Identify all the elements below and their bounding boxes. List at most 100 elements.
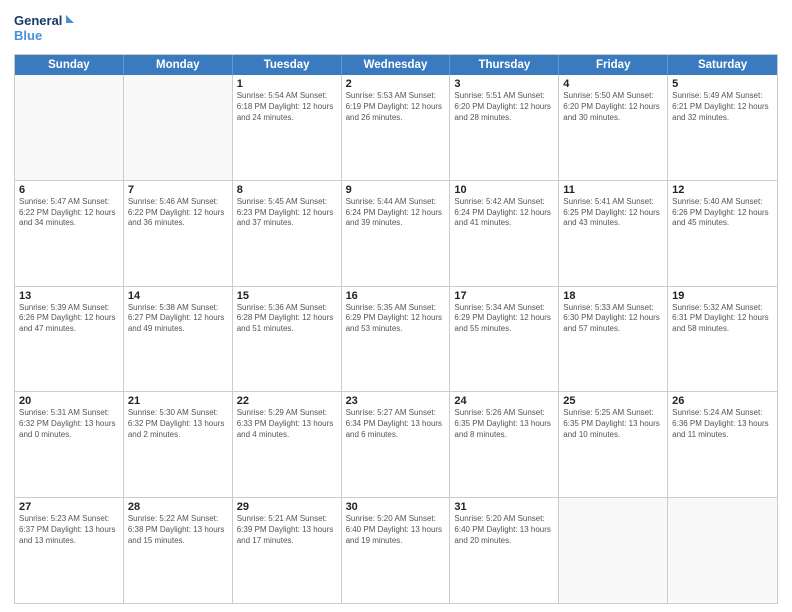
logo-svg: General Blue [14,10,74,50]
day-number: 29 [237,501,337,513]
calendar-cell: 26Sunrise: 5:24 AM Sunset: 6:36 PM Dayli… [668,392,777,497]
day-info: Sunrise: 5:51 AM Sunset: 6:20 PM Dayligh… [454,91,554,123]
calendar-cell: 2Sunrise: 5:53 AM Sunset: 6:19 PM Daylig… [342,75,451,180]
day-info: Sunrise: 5:41 AM Sunset: 6:25 PM Dayligh… [563,197,663,229]
day-info: Sunrise: 5:35 AM Sunset: 6:29 PM Dayligh… [346,303,446,335]
day-number: 10 [454,184,554,196]
day-info: Sunrise: 5:22 AM Sunset: 6:38 PM Dayligh… [128,514,228,546]
calendar-cell: 21Sunrise: 5:30 AM Sunset: 6:32 PM Dayli… [124,392,233,497]
day-number: 20 [19,395,119,407]
calendar-row: 13Sunrise: 5:39 AM Sunset: 6:26 PM Dayli… [15,287,777,393]
calendar-cell: 22Sunrise: 5:29 AM Sunset: 6:33 PM Dayli… [233,392,342,497]
calendar-cell: 18Sunrise: 5:33 AM Sunset: 6:30 PM Dayli… [559,287,668,392]
day-info: Sunrise: 5:46 AM Sunset: 6:22 PM Dayligh… [128,197,228,229]
day-number: 6 [19,184,119,196]
calendar-cell: 28Sunrise: 5:22 AM Sunset: 6:38 PM Dayli… [124,498,233,603]
svg-text:Blue: Blue [14,28,42,43]
day-number: 22 [237,395,337,407]
day-number: 13 [19,290,119,302]
calendar-cell: 19Sunrise: 5:32 AM Sunset: 6:31 PM Dayli… [668,287,777,392]
calendar-cell: 9Sunrise: 5:44 AM Sunset: 6:24 PM Daylig… [342,181,451,286]
day-info: Sunrise: 5:44 AM Sunset: 6:24 PM Dayligh… [346,197,446,229]
day-info: Sunrise: 5:38 AM Sunset: 6:27 PM Dayligh… [128,303,228,335]
calendar-cell: 4Sunrise: 5:50 AM Sunset: 6:20 PM Daylig… [559,75,668,180]
calendar-cell: 27Sunrise: 5:23 AM Sunset: 6:37 PM Dayli… [15,498,124,603]
logo: General Blue [14,10,74,50]
calendar-cell: 6Sunrise: 5:47 AM Sunset: 6:22 PM Daylig… [15,181,124,286]
day-number: 28 [128,501,228,513]
calendar-cell: 15Sunrise: 5:36 AM Sunset: 6:28 PM Dayli… [233,287,342,392]
day-info: Sunrise: 5:26 AM Sunset: 6:35 PM Dayligh… [454,408,554,440]
day-number: 17 [454,290,554,302]
day-info: Sunrise: 5:34 AM Sunset: 6:29 PM Dayligh… [454,303,554,335]
day-number: 9 [346,184,446,196]
calendar-cell: 20Sunrise: 5:31 AM Sunset: 6:32 PM Dayli… [15,392,124,497]
calendar-cell: 13Sunrise: 5:39 AM Sunset: 6:26 PM Dayli… [15,287,124,392]
calendar-cell: 23Sunrise: 5:27 AM Sunset: 6:34 PM Dayli… [342,392,451,497]
day-number: 8 [237,184,337,196]
day-number: 25 [563,395,663,407]
calendar-cell [15,75,124,180]
day-number: 19 [672,290,773,302]
day-info: Sunrise: 5:47 AM Sunset: 6:22 PM Dayligh… [19,197,119,229]
calendar-cell: 11Sunrise: 5:41 AM Sunset: 6:25 PM Dayli… [559,181,668,286]
day-number: 3 [454,78,554,90]
day-info: Sunrise: 5:49 AM Sunset: 6:21 PM Dayligh… [672,91,773,123]
header: General Blue [14,10,778,50]
day-info: Sunrise: 5:45 AM Sunset: 6:23 PM Dayligh… [237,197,337,229]
calendar-cell: 16Sunrise: 5:35 AM Sunset: 6:29 PM Dayli… [342,287,451,392]
calendar-cell: 17Sunrise: 5:34 AM Sunset: 6:29 PM Dayli… [450,287,559,392]
day-number: 7 [128,184,228,196]
day-number: 11 [563,184,663,196]
day-info: Sunrise: 5:25 AM Sunset: 6:35 PM Dayligh… [563,408,663,440]
day-number: 26 [672,395,773,407]
day-info: Sunrise: 5:21 AM Sunset: 6:39 PM Dayligh… [237,514,337,546]
day-number: 21 [128,395,228,407]
day-info: Sunrise: 5:31 AM Sunset: 6:32 PM Dayligh… [19,408,119,440]
day-number: 30 [346,501,446,513]
day-number: 23 [346,395,446,407]
day-info: Sunrise: 5:32 AM Sunset: 6:31 PM Dayligh… [672,303,773,335]
day-info: Sunrise: 5:36 AM Sunset: 6:28 PM Dayligh… [237,303,337,335]
day-number: 12 [672,184,773,196]
calendar-row: 20Sunrise: 5:31 AM Sunset: 6:32 PM Dayli… [15,392,777,498]
calendar-header-cell: Sunday [15,55,124,75]
calendar-cell: 30Sunrise: 5:20 AM Sunset: 6:40 PM Dayli… [342,498,451,603]
calendar-cell: 1Sunrise: 5:54 AM Sunset: 6:18 PM Daylig… [233,75,342,180]
day-info: Sunrise: 5:29 AM Sunset: 6:33 PM Dayligh… [237,408,337,440]
calendar-header-cell: Tuesday [233,55,342,75]
calendar-header-cell: Saturday [668,55,777,75]
day-info: Sunrise: 5:20 AM Sunset: 6:40 PM Dayligh… [346,514,446,546]
calendar-cell: 31Sunrise: 5:20 AM Sunset: 6:40 PM Dayli… [450,498,559,603]
page: General Blue SundayMondayTuesdayWednesda… [0,0,792,612]
day-number: 14 [128,290,228,302]
day-info: Sunrise: 5:33 AM Sunset: 6:30 PM Dayligh… [563,303,663,335]
day-info: Sunrise: 5:24 AM Sunset: 6:36 PM Dayligh… [672,408,773,440]
calendar-cell: 10Sunrise: 5:42 AM Sunset: 6:24 PM Dayli… [450,181,559,286]
calendar-row: 27Sunrise: 5:23 AM Sunset: 6:37 PM Dayli… [15,498,777,603]
calendar: SundayMondayTuesdayWednesdayThursdayFrid… [14,54,778,604]
calendar-cell: 7Sunrise: 5:46 AM Sunset: 6:22 PM Daylig… [124,181,233,286]
calendar-header-row: SundayMondayTuesdayWednesdayThursdayFrid… [15,55,777,75]
calendar-cell: 29Sunrise: 5:21 AM Sunset: 6:39 PM Dayli… [233,498,342,603]
calendar-header-cell: Friday [559,55,668,75]
day-info: Sunrise: 5:50 AM Sunset: 6:20 PM Dayligh… [563,91,663,123]
day-info: Sunrise: 5:54 AM Sunset: 6:18 PM Dayligh… [237,91,337,123]
calendar-cell: 8Sunrise: 5:45 AM Sunset: 6:23 PM Daylig… [233,181,342,286]
day-number: 4 [563,78,663,90]
day-info: Sunrise: 5:39 AM Sunset: 6:26 PM Dayligh… [19,303,119,335]
calendar-cell: 25Sunrise: 5:25 AM Sunset: 6:35 PM Dayli… [559,392,668,497]
calendar-cell [668,498,777,603]
day-info: Sunrise: 5:42 AM Sunset: 6:24 PM Dayligh… [454,197,554,229]
day-info: Sunrise: 5:20 AM Sunset: 6:40 PM Dayligh… [454,514,554,546]
day-number: 31 [454,501,554,513]
day-info: Sunrise: 5:27 AM Sunset: 6:34 PM Dayligh… [346,408,446,440]
calendar-cell: 14Sunrise: 5:38 AM Sunset: 6:27 PM Dayli… [124,287,233,392]
calendar-cell: 24Sunrise: 5:26 AM Sunset: 6:35 PM Dayli… [450,392,559,497]
day-number: 15 [237,290,337,302]
day-number: 2 [346,78,446,90]
calendar-cell: 3Sunrise: 5:51 AM Sunset: 6:20 PM Daylig… [450,75,559,180]
day-info: Sunrise: 5:40 AM Sunset: 6:26 PM Dayligh… [672,197,773,229]
calendar-body: 1Sunrise: 5:54 AM Sunset: 6:18 PM Daylig… [15,75,777,603]
calendar-row: 1Sunrise: 5:54 AM Sunset: 6:18 PM Daylig… [15,75,777,181]
